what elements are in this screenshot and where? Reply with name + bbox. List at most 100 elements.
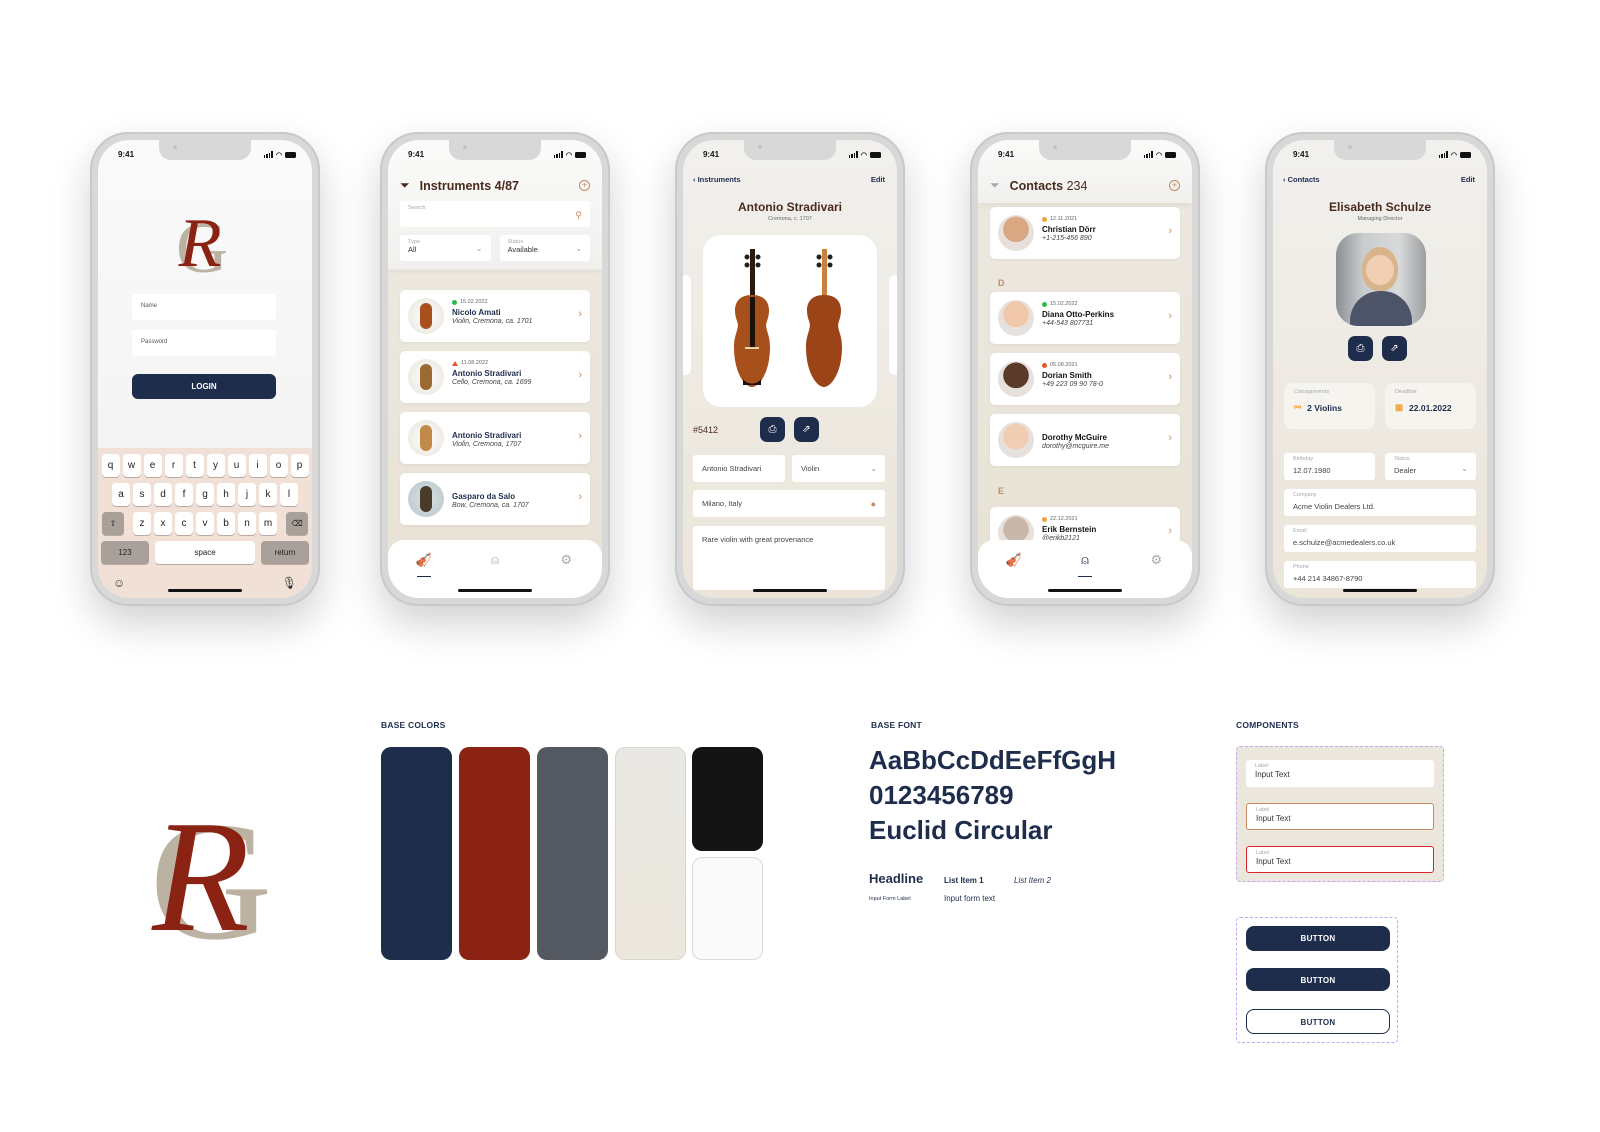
tab-instruments[interactable]: 🎻 xyxy=(999,552,1029,572)
shift-key[interactable]: ⇧ xyxy=(102,512,124,535)
status-time: 9:41 xyxy=(1293,150,1310,159)
type-select[interactable]: Type All ⌄ xyxy=(400,235,491,261)
edit-button[interactable]: Edit xyxy=(1461,175,1475,184)
phone-field[interactable]: Phone +44 214 34867-8790 xyxy=(1284,561,1476,588)
font-sample-letters: AaBbCcDdEeFfGgH xyxy=(869,745,1117,775)
numbers-key[interactable]: 123 xyxy=(101,541,149,564)
tab-settings[interactable]: ⚙ xyxy=(551,552,581,572)
search-input[interactable]: Search ⚲ xyxy=(400,201,590,227)
notes-textarea[interactable]: Rare violin with great provenance xyxy=(693,526,885,590)
color-swatch-red xyxy=(459,747,530,960)
contact-list-item[interactable]: 12.11.2021 Christian Dörr +1-215-456 890 › xyxy=(990,207,1180,259)
space-key[interactable]: space xyxy=(155,541,255,564)
email-field[interactable]: Email e.schulze@acmedealers.co.uk xyxy=(1284,525,1476,552)
edit-button[interactable]: Edit xyxy=(871,175,885,184)
status-bar: 9:41 ◠ xyxy=(703,150,881,159)
instrument-image-carousel[interactable] xyxy=(703,235,877,407)
share-button[interactable]: ⇗ xyxy=(1382,336,1407,361)
previous-image-card[interactable] xyxy=(683,275,691,375)
search-icon[interactable]: ⚲ xyxy=(575,210,582,221)
font-name: Euclid Circular xyxy=(869,815,1053,845)
key-x[interactable]: x xyxy=(154,512,172,535)
deadline-tile[interactable]: Deadline ▦ 22.01.2022 xyxy=(1385,383,1476,429)
key-q[interactable]: q xyxy=(101,454,120,477)
filter-icon[interactable]: ⏷ xyxy=(990,178,1000,193)
password-input[interactable]: Password xyxy=(132,330,276,356)
battery-icon xyxy=(1165,151,1176,158)
button-secondary[interactable]: BUTTON xyxy=(1246,1009,1390,1034)
print-button[interactable]: ⎙ xyxy=(760,417,785,442)
key-r[interactable]: r xyxy=(164,454,183,477)
input-error[interactable]: Label Input Text xyxy=(1246,846,1434,873)
add-icon[interactable]: + xyxy=(579,180,590,191)
print-button[interactable]: ⎙ xyxy=(1348,336,1373,361)
key-w[interactable]: w xyxy=(122,454,141,477)
maker-field[interactable]: Antonio Stradivari xyxy=(693,455,785,482)
key-f[interactable]: f xyxy=(175,483,193,506)
tab-contacts[interactable]: ⍝ xyxy=(480,552,510,572)
key-h[interactable]: h xyxy=(217,483,235,506)
key-t[interactable]: t xyxy=(185,454,204,477)
contact-list-item[interactable]: 15.02.2022 Diana Otto-Perkins +44-543 8077… xyxy=(990,292,1180,344)
key-g[interactable]: g xyxy=(196,483,214,506)
key-k[interactable]: k xyxy=(259,483,277,506)
location-pin-icon: ● xyxy=(870,498,876,509)
filter-icon[interactable]: ⏷ xyxy=(400,178,410,193)
tab-contacts[interactable]: ⍝ xyxy=(1070,552,1100,577)
microphone-icon[interactable]: 🎙 xyxy=(282,576,297,590)
key-m[interactable]: m xyxy=(259,512,277,535)
return-key[interactable]: return xyxy=(261,541,309,564)
key-i[interactable]: i xyxy=(248,454,267,477)
key-o[interactable]: o xyxy=(269,454,288,477)
name-input[interactable]: Name xyxy=(132,294,276,320)
button-pressed[interactable]: BUTTON xyxy=(1246,968,1390,991)
consignments-tile[interactable]: Consignments ⚯ 2 Violins xyxy=(1284,383,1375,429)
key-v[interactable]: v xyxy=(196,512,214,535)
back-button[interactable]: ‹ Contacts xyxy=(1283,175,1320,184)
input-default[interactable]: Label Input Text xyxy=(1246,760,1434,787)
emoji-icon[interactable]: ☺ xyxy=(113,576,125,590)
backspace-key[interactable]: ⌫ xyxy=(286,512,308,535)
contact-list-item[interactable]: Dorothy McGuire dorothy@mcguire.me › xyxy=(990,414,1180,466)
instrument-list-item[interactable]: 11.08.2022 Antonio Stradivari Cello, Cremo… xyxy=(400,351,590,403)
add-icon[interactable]: + xyxy=(1169,180,1180,191)
key-n[interactable]: n xyxy=(238,512,256,535)
contact-list-item[interactable]: 05.08.2021 Dorian Smith +49 223 09 90 78-0… xyxy=(990,353,1180,405)
key-z[interactable]: z xyxy=(133,512,151,535)
company-field[interactable]: Company Acme Violin Dealers Ltd. xyxy=(1284,489,1476,516)
tab-instruments[interactable]: 🎻 xyxy=(409,552,439,577)
phone-contacts: 9:41 ◠ ⏷ Contacts 234 + 12.11.2021 Christ… xyxy=(970,132,1200,606)
instrument-list-item[interactable]: Antonio Stradivari Violin, Cremona, 1707 … xyxy=(400,412,590,464)
key-y[interactable]: y xyxy=(206,454,225,477)
key-j[interactable]: j xyxy=(238,483,256,506)
key-s[interactable]: s xyxy=(133,483,151,506)
birthday-field[interactable]: Birthday 12.07.1980 xyxy=(1284,453,1375,480)
key-b[interactable]: b xyxy=(217,512,235,535)
status-select[interactable]: Status Available ⌄ xyxy=(499,235,590,261)
key-e[interactable]: e xyxy=(143,454,162,477)
key-d[interactable]: d xyxy=(154,483,172,506)
instrument-number: #5412 xyxy=(693,425,719,435)
logo-letter-r: R xyxy=(178,205,222,282)
key-p[interactable]: p xyxy=(290,454,309,477)
type-select[interactable]: Violin ⌄ xyxy=(792,455,885,482)
input-focused[interactable]: Label Input Text xyxy=(1246,803,1434,830)
key-c[interactable]: c xyxy=(175,512,193,535)
tab-settings[interactable]: ⚙ xyxy=(1141,552,1171,572)
location-field[interactable]: Milano, Italy ● xyxy=(693,490,885,517)
instrument-list-item[interactable]: Gasparo da Salo Bow, Cremona, ca. 1707 › xyxy=(400,473,590,525)
back-button[interactable]: ‹ Instruments xyxy=(693,175,741,184)
key-u[interactable]: u xyxy=(227,454,246,477)
login-button[interactable]: LOGIN xyxy=(132,374,276,399)
button-primary[interactable]: BUTTON xyxy=(1246,926,1390,951)
instrument-list-item[interactable]: 15.02.2022 Nicolo Amati Violin, Cremona, c… xyxy=(400,290,590,342)
avatar xyxy=(998,422,1034,458)
key-l[interactable]: l xyxy=(280,483,298,506)
next-image-card[interactable] xyxy=(889,275,897,375)
status-select[interactable]: Status Dealer ⌄ xyxy=(1385,453,1476,480)
base-font-title: BASE FONT xyxy=(871,720,922,730)
share-button[interactable]: ⇗ xyxy=(794,417,819,442)
avatar xyxy=(998,361,1034,397)
logo-letter-r: R xyxy=(151,787,250,950)
key-a[interactable]: a xyxy=(112,483,130,506)
